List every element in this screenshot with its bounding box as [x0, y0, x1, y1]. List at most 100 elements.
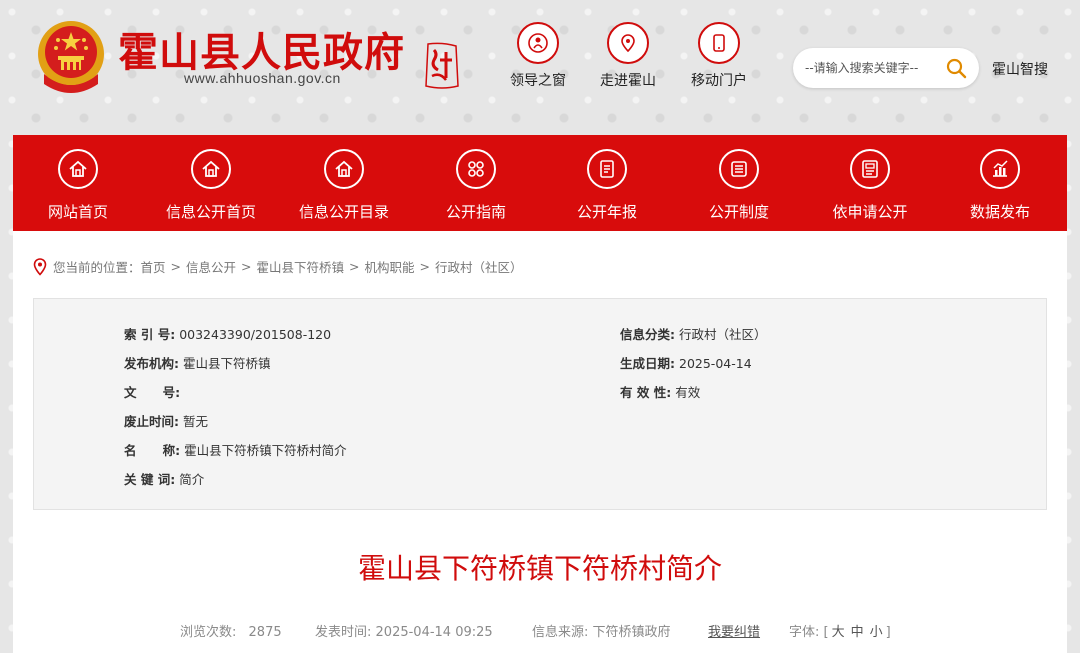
- meta-value: 003243390/201508-120: [179, 327, 332, 342]
- breadcrumb-home[interactable]: 首页: [141, 257, 166, 276]
- meta-label: 文 号:: [124, 385, 181, 400]
- article-views: 浏览次数: 2875: [180, 621, 282, 640]
- meta-value: 霍山县下符桥镇: [183, 356, 271, 371]
- smart-search-link[interactable]: 霍山智搜: [992, 59, 1048, 79]
- grid-icon: [456, 149, 496, 189]
- published-label: 发表时间:: [315, 625, 372, 640]
- font-label: 字体:: [789, 625, 820, 640]
- search-box: [793, 48, 979, 88]
- meta-name: 名 称: 霍山县下符桥镇下符桥村简介: [124, 440, 347, 459]
- meta-label: 发布机构:: [124, 356, 179, 371]
- nav-item-data[interactable]: 数据发布: [935, 135, 1065, 231]
- source-value: 下符桥镇政府: [592, 625, 671, 640]
- search-input[interactable]: [805, 58, 940, 78]
- meta-created: 生成日期: 2025-04-14: [620, 353, 752, 372]
- document-meta-table: 索 引 号: 003243390/201508-120 信息分类: 行政村（社区） …: [33, 298, 1047, 510]
- nav-item-annual-report[interactable]: 公开年报: [542, 135, 672, 231]
- meta-label: 索 引 号:: [124, 327, 176, 342]
- home-icon: [324, 149, 364, 189]
- meta-value: 有效: [675, 385, 701, 400]
- font-medium-button[interactable]: 中: [851, 625, 864, 640]
- location-icon: [607, 22, 649, 64]
- article-title: 霍山县下符桥镇下符桥村简介: [357, 552, 722, 585]
- article-correction: 我要纠错: [708, 621, 760, 640]
- nav-item-guide[interactable]: 公开指南: [411, 135, 541, 231]
- font-small-button[interactable]: 小: [870, 625, 883, 640]
- meta-label: 关 键 词:: [124, 472, 176, 487]
- main-content: 您当前的位置： 首页 > 信息公开 > 霍山县下符桥镇 > 机构职能 > 行政村…: [13, 231, 1067, 653]
- views-count: 2875: [248, 625, 282, 640]
- nav-item-info-catalog[interactable]: 信息公开目录: [279, 135, 409, 231]
- meta-value: 2025-04-14: [679, 356, 752, 371]
- nav-item-label: 信息公开首页: [165, 203, 256, 221]
- correction-link[interactable]: 我要纠错: [708, 625, 760, 640]
- quick-link-label: 移动门户: [691, 73, 747, 89]
- nav-item-label: 公开指南: [445, 203, 506, 221]
- meta-label: 废止时间:: [124, 414, 179, 429]
- font-size-control: 字体: [大中小]: [789, 621, 891, 640]
- nav-item-label: 信息公开目录: [298, 203, 389, 221]
- breadcrumb-town[interactable]: 霍山县下符桥镇: [257, 257, 345, 276]
- meta-expiry: 废止时间: 暂无: [124, 411, 208, 430]
- breadcrumb-functions[interactable]: 机构职能: [365, 257, 415, 276]
- font-large-button[interactable]: 大: [832, 625, 845, 640]
- nav-item-label: 网站首页: [47, 203, 108, 221]
- meta-label: 信息分类:: [620, 327, 675, 342]
- meta-label: 有 效 性:: [620, 385, 672, 400]
- meta-label: 生成日期:: [620, 356, 675, 371]
- nav-item-label: 依申请公开: [832, 203, 908, 221]
- quick-link-label: 领导之窗: [510, 73, 566, 89]
- nav-item-label: 公开年报: [576, 203, 637, 221]
- main-nav: 网站首页 信息公开首页 信息公开目录 公开指南 公开年报 公开制度 依申请公开 …: [13, 135, 1067, 231]
- calligraphy-seal-icon: [425, 42, 459, 89]
- home-icon: [191, 149, 231, 189]
- meta-category: 信息分类: 行政村（社区）: [620, 324, 767, 343]
- meta-index-no: 索 引 号: 003243390/201508-120: [124, 324, 331, 343]
- font-bracket-close: ]: [885, 625, 891, 640]
- breadcrumb-info[interactable]: 信息公开: [186, 257, 236, 276]
- published-time: 2025-04-14 09:25: [375, 625, 493, 640]
- meta-value: 简介: [179, 472, 205, 487]
- meta-value: 暂无: [183, 414, 209, 429]
- chart-icon: [980, 149, 1020, 189]
- breadcrumb-prefix: 您当前的位置：: [53, 260, 141, 275]
- breadcrumb-separator: >: [349, 259, 360, 274]
- article-published: 发表时间: 2025-04-14 09:25: [315, 621, 493, 640]
- mobile-icon: [698, 22, 740, 64]
- meta-value: 行政村（社区）: [679, 327, 767, 342]
- quick-link-leaders[interactable]: 领导之窗: [498, 22, 578, 90]
- location-pin-icon: [33, 257, 47, 276]
- views-label: 浏览次数:: [180, 625, 237, 640]
- nav-item-info-home[interactable]: 信息公开首页: [146, 135, 276, 231]
- list-icon: [719, 149, 759, 189]
- form-icon: [850, 149, 890, 189]
- search-icon[interactable]: [945, 57, 967, 79]
- breadcrumb-separator: >: [241, 259, 252, 274]
- meta-validity: 有 效 性: 有效: [620, 382, 700, 401]
- font-bracket-open: [: [823, 625, 829, 640]
- meta-publisher: 发布机构: 霍山县下符桥镇: [124, 353, 271, 372]
- site-domain: www.ahhuoshan.gov.cn: [184, 70, 341, 86]
- quick-link-mobile[interactable]: 移动门户: [679, 22, 759, 90]
- breadcrumb-separator: >: [419, 259, 431, 274]
- breadcrumb-village[interactable]: 行政村（社区）: [435, 257, 523, 276]
- meta-label: 名 称:: [124, 443, 181, 458]
- article-source: 信息来源: 下符桥镇政府: [532, 621, 671, 640]
- national-emblem-icon: [38, 21, 104, 93]
- breadcrumb-separator: >: [170, 259, 182, 274]
- nav-item-home[interactable]: 网站首页: [13, 135, 143, 231]
- nav-item-label: 公开制度: [708, 203, 769, 221]
- home-icon: [58, 149, 98, 189]
- nav-item-system[interactable]: 公开制度: [674, 135, 804, 231]
- leader-icon: [517, 22, 559, 64]
- nav-item-label: 数据发布: [969, 203, 1030, 221]
- breadcrumb: 您当前的位置： 首页 > 信息公开 > 霍山县下符桥镇 > 机构职能 > 行政村…: [33, 257, 523, 276]
- quick-link-about[interactable]: 走进霍山: [588, 22, 668, 90]
- meta-doc-no: 文 号:: [124, 382, 184, 401]
- nav-item-apply[interactable]: 依申请公开: [805, 135, 935, 231]
- site-header: 霍山县人民政府 www.ahhuoshan.gov.cn 领导之窗 走进霍山 移…: [0, 0, 1080, 135]
- source-label: 信息来源:: [532, 625, 589, 640]
- report-icon: [587, 149, 627, 189]
- quick-link-label: 走进霍山: [600, 73, 656, 89]
- meta-value: 霍山县下符桥镇下符桥村简介: [184, 443, 347, 458]
